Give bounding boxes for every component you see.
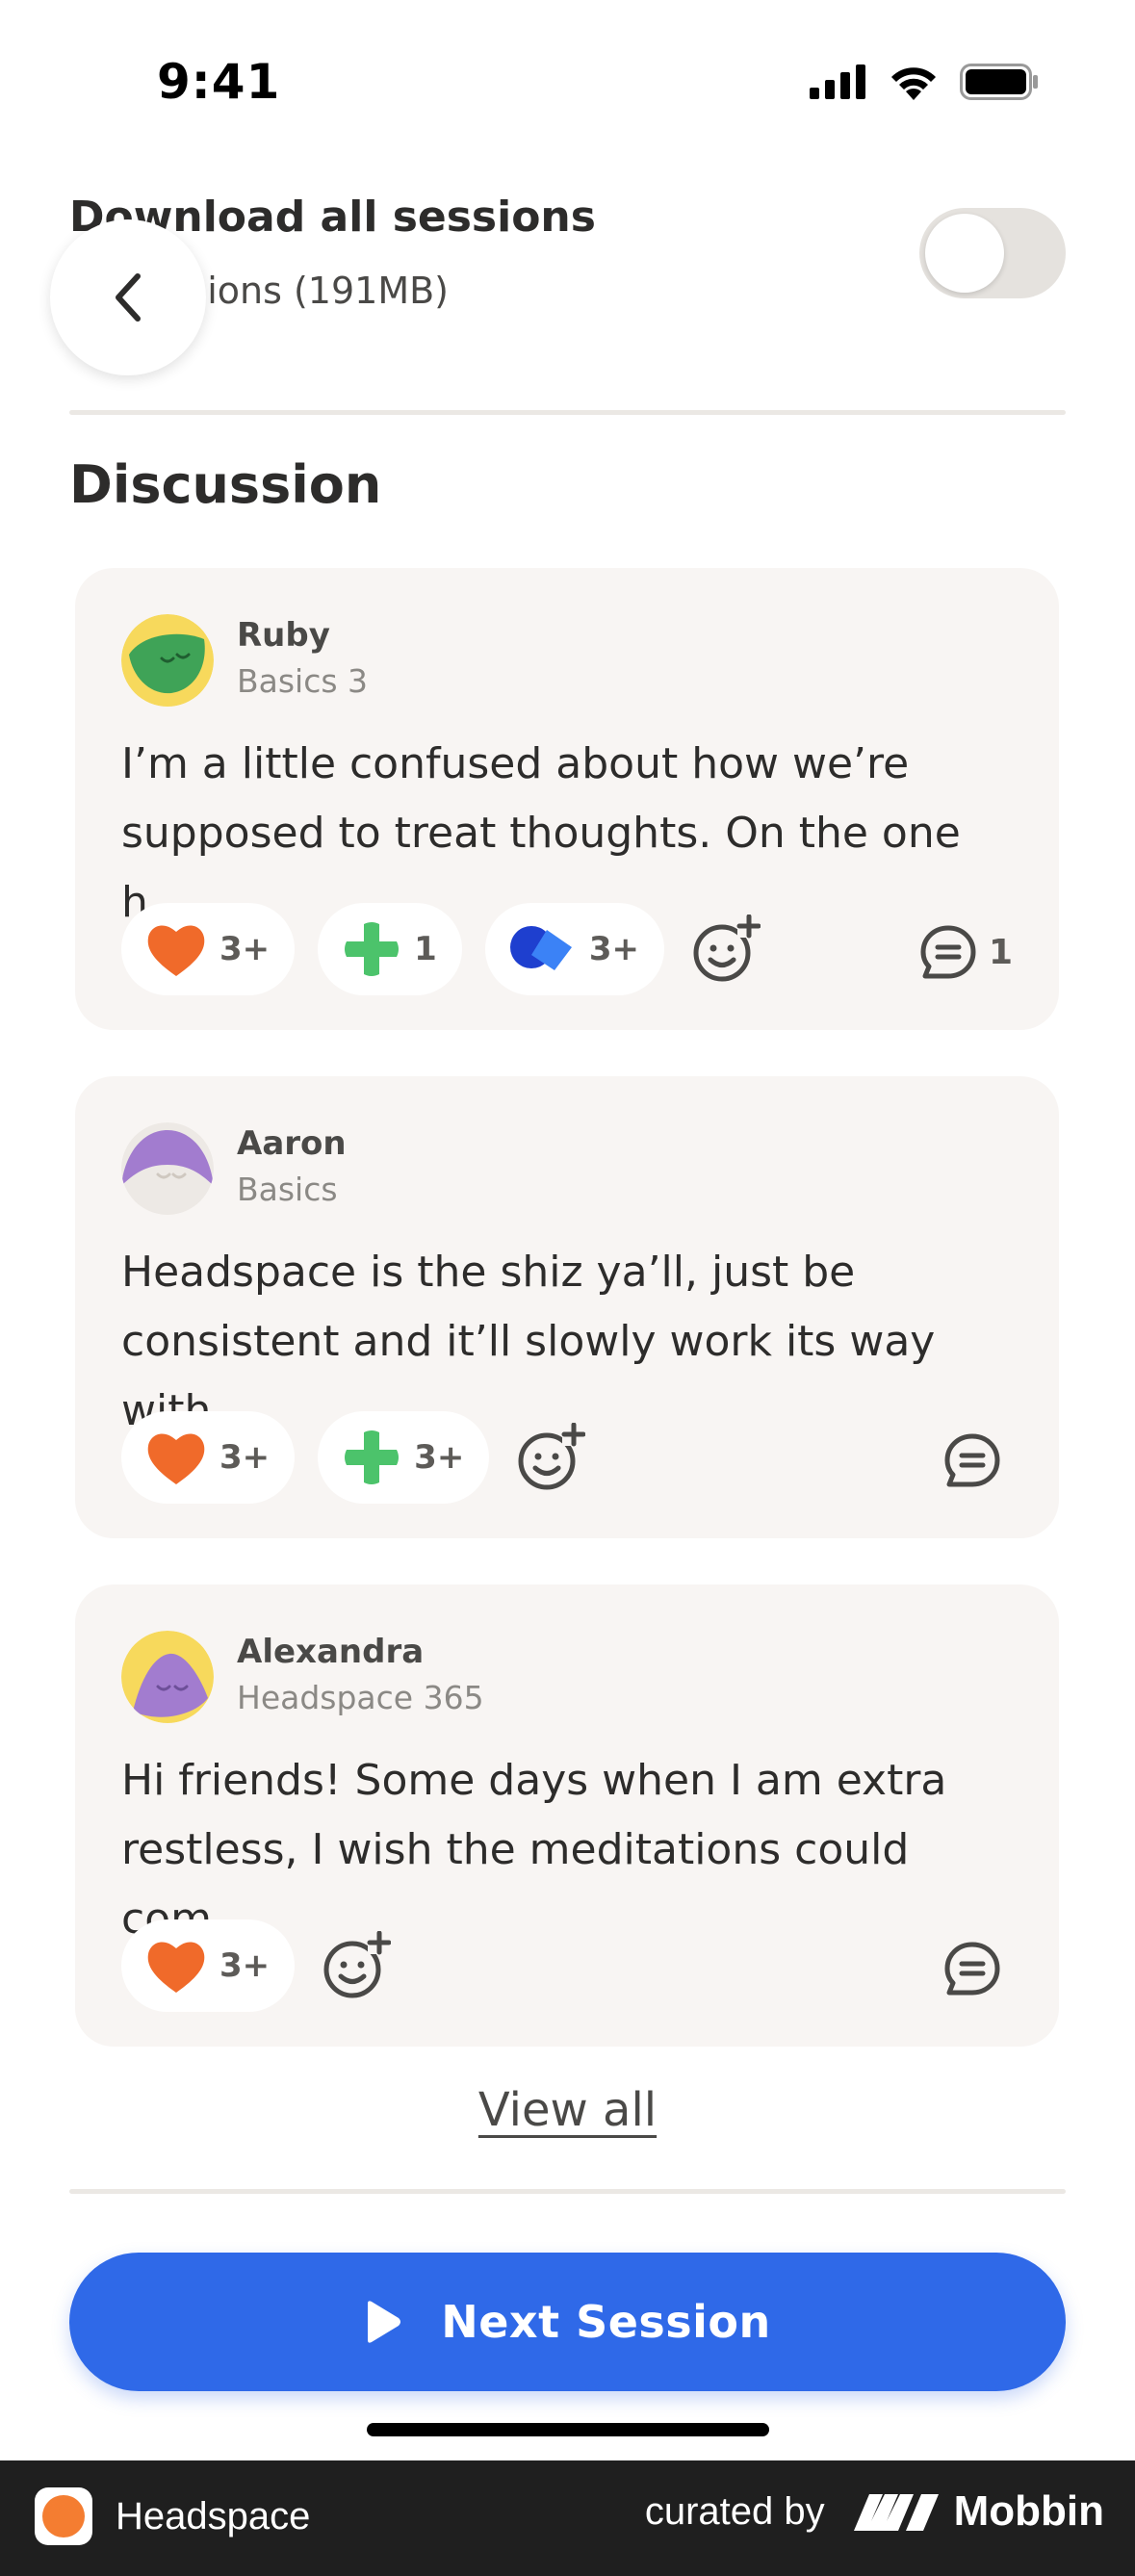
heart-icon	[147, 1433, 205, 1484]
battery-icon	[960, 64, 1038, 100]
footer-credit: curated by Mobbin	[645, 2487, 1104, 2536]
comments-button[interactable]: 1	[919, 924, 1013, 980]
reaction-heart[interactable]: 3+	[121, 1919, 296, 2012]
post-course: Headspace 365	[237, 1679, 484, 1716]
headspace-app-icon	[35, 2487, 92, 2545]
mobbin-logo-icon	[853, 2494, 939, 2531]
comments-button[interactable]	[943, 1941, 1013, 1996]
status-bar: 9:41	[0, 0, 1135, 164]
plus-icon	[345, 1430, 400, 1484]
comment-icon	[944, 1942, 1000, 1996]
heart-icon	[147, 1942, 205, 1993]
footer-bar: Headspace curated by Mobbin	[0, 2460, 1135, 2576]
add-reaction-button[interactable]	[322, 1931, 392, 2000]
divider	[69, 410, 1066, 415]
chevron-left-icon	[116, 273, 141, 322]
reaction-heart[interactable]: 3+	[121, 903, 296, 995]
divider	[69, 2189, 1066, 2194]
plus-icon	[345, 922, 400, 976]
post-course: Basics 3	[237, 662, 369, 700]
footer-app-name: Headspace	[116, 2494, 311, 2537]
footer-brand: Mobbin	[852, 2487, 1104, 2536]
reaction-count: 3+	[219, 1946, 271, 1985]
post-author: Aaron	[237, 1124, 347, 1163]
view-all-link[interactable]: View all	[0, 2083, 1135, 2137]
reaction-count: 3+	[588, 930, 639, 968]
add-reaction-icon	[323, 1931, 392, 1998]
reactions-row: 3+ 3+	[121, 1411, 586, 1504]
cellular-signal-icon	[810, 64, 865, 99]
reactions-row: 3+ 1 3+	[121, 903, 761, 995]
footer-brand-name: Mobbin	[953, 2487, 1104, 2535]
next-session-button[interactable]: Next Session	[69, 2253, 1066, 2391]
download-row: Download all sessions 10 sessions (191MB…	[69, 193, 1066, 327]
discussion-post-card[interactable]: Ruby Basics 3 I’m a little confused abou…	[75, 568, 1059, 1030]
avatar	[121, 614, 214, 707]
add-reaction-icon	[518, 1423, 586, 1490]
download-toggle[interactable]	[919, 208, 1066, 298]
discussion-post-card[interactable]: Alexandra Headspace 365 Hi friends! Some…	[75, 1584, 1059, 2047]
add-reaction-button[interactable]	[691, 914, 761, 984]
comment-icon	[920, 925, 976, 979]
wifi-icon	[891, 67, 936, 100]
reaction-plus[interactable]: 1	[318, 903, 462, 995]
post-author: Ruby	[237, 616, 330, 655]
reaction-heart[interactable]: 3+	[121, 1411, 296, 1504]
reaction-count: 3+	[219, 930, 271, 968]
post-course: Basics	[237, 1171, 338, 1208]
reaction-count: 1	[414, 930, 437, 968]
add-reaction-button[interactable]	[516, 1423, 586, 1492]
footer-app: Headspace	[35, 2487, 310, 2545]
reactions-row: 3+	[121, 1919, 392, 2012]
footer-curated-by: curated by	[644, 2489, 825, 2533]
avatar	[121, 1631, 214, 1723]
comment-icon	[944, 1433, 1000, 1487]
reaction-shapes[interactable]: 3+	[484, 903, 664, 995]
post-author: Alexandra	[237, 1633, 425, 1671]
play-icon	[368, 2301, 401, 2343]
comment-count: 1	[988, 932, 1013, 972]
reaction-count: 3+	[219, 1438, 271, 1477]
add-reaction-icon	[693, 914, 761, 982]
status-time: 9:41	[157, 54, 281, 110]
home-indicator	[367, 2423, 769, 2436]
discussion-title: Discussion	[69, 454, 382, 515]
reaction-count: 3+	[414, 1438, 465, 1477]
next-session-label: Next Session	[441, 2296, 771, 2348]
avatar	[121, 1122, 214, 1215]
status-icons	[810, 64, 1039, 100]
comments-button[interactable]	[943, 1432, 1013, 1488]
toggle-knob	[925, 214, 1004, 293]
discussion-post-card[interactable]: Aaron Basics Headspace is the shiz ya’ll…	[75, 1076, 1059, 1538]
shapes-icon	[509, 926, 572, 970]
back-button[interactable]	[50, 219, 206, 375]
reaction-plus[interactable]: 3+	[318, 1411, 490, 1504]
heart-icon	[147, 925, 205, 976]
